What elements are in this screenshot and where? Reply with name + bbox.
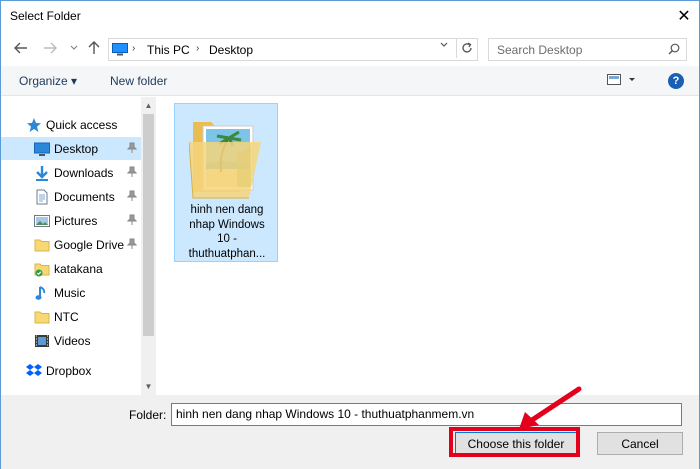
sidebar-item-label: Videos (54, 334, 91, 348)
recent-locations-chevron-icon[interactable] (64, 38, 84, 58)
new-folder-button[interactable]: New folder (110, 74, 167, 88)
folder-name-line: thuthuatphan... (188, 247, 266, 260)
close-icon[interactable]: ✕ (669, 1, 699, 31)
choose-this-folder-button[interactable]: Choose this folder (455, 432, 577, 455)
scroll-down-icon[interactable]: ▼ (144, 382, 153, 391)
folder-label: Folder: (129, 408, 167, 422)
back-arrow-icon[interactable] (11, 38, 31, 58)
sidebar-item-label: Documents (54, 190, 115, 204)
sidebar-item-dropbox[interactable]: Dropbox (1, 359, 141, 382)
folder-tile-label: hinh nen dang nhap Windows 10 - thuthuat… (177, 203, 277, 261)
search-icon (668, 43, 680, 55)
folder-icon (34, 311, 50, 324)
select-folder-dialog: Select Folder ✕ › This PC › Desktop Sear… (0, 0, 700, 469)
sidebar-item-ntc[interactable]: NTC (1, 305, 141, 328)
window-title: Select Folder (10, 9, 81, 23)
desktop-icon (34, 142, 50, 156)
folder-name-line: 10 - (217, 233, 237, 245)
folder-name-input[interactable]: hinh nen dang nhap Windows 10 - thuthuat… (171, 403, 682, 426)
folder-name-line: nhap Windows (189, 218, 265, 231)
folder-thumbnail-icon (189, 122, 261, 199)
scroll-up-icon[interactable]: ▲ (144, 101, 153, 110)
pictures-icon (34, 215, 50, 227)
file-list-pane: hinh nen dang nhap Windows 10 - thuthuat… (158, 97, 699, 395)
sidebar-item-katakana[interactable]: katakana (1, 257, 141, 280)
sidebar-item-desktop[interactable]: Desktop (1, 137, 141, 160)
navigation-pane: Quick access Desktop Downloads Documents… (1, 97, 156, 395)
document-icon (36, 189, 48, 205)
sidebar-item-google-drive[interactable]: Google Drive (1, 233, 141, 256)
address-dropdown-icon[interactable] (439, 39, 453, 53)
music-icon (35, 286, 46, 300)
sidebar-item-downloads[interactable]: Downloads (1, 161, 141, 184)
address-bar[interactable]: › This PC › Desktop (108, 38, 478, 61)
organize-button[interactable]: Organize ▾ (19, 74, 77, 88)
breadcrumb-desktop[interactable]: Desktop (209, 43, 253, 57)
pin-icon[interactable] (127, 142, 137, 154)
sidebar-item-pictures[interactable]: Pictures (1, 209, 141, 232)
folder-sync-icon (34, 263, 50, 277)
search-placeholder: Search Desktop (497, 43, 583, 57)
sidebar-item-quick-access[interactable]: Quick access (1, 113, 141, 136)
view-options-icon[interactable] (607, 74, 637, 89)
sidebar-item-label: Music (54, 286, 86, 300)
sidebar-item-documents[interactable]: Documents (1, 185, 141, 208)
pin-icon[interactable] (127, 214, 137, 226)
folder-icon (34, 239, 50, 252)
search-input[interactable]: Search Desktop (488, 38, 687, 61)
sidebar-item-label: Desktop (54, 142, 99, 156)
sidebar-item-videos[interactable]: Videos (1, 329, 141, 352)
help-button[interactable]: ? (668, 73, 684, 89)
sidebar-item-label: Pictures (54, 214, 98, 228)
breadcrumb-separator-icon: › (132, 43, 136, 54)
sidebar-item-label: NTC (54, 310, 79, 324)
dialog-footer: Folder: hinh nen dang nhap Windows 10 - … (1, 395, 699, 469)
pin-icon[interactable] (127, 166, 137, 178)
refresh-icon[interactable] (456, 38, 476, 58)
breadcrumb-this-pc[interactable]: This PC (147, 43, 190, 57)
sidebar-item-label: Dropbox (46, 364, 92, 378)
sidebar-item-label: Google Drive (54, 238, 125, 252)
up-arrow-icon[interactable] (84, 38, 104, 58)
cancel-button[interactable]: Cancel (597, 432, 683, 455)
star-icon (27, 118, 41, 132)
folder-tile[interactable]: hinh nen dang nhap Windows 10 - thuthuat… (174, 103, 278, 262)
command-toolbar: Organize ▾ New folder ? (1, 66, 699, 96)
sidebar-item-label: Quick access (46, 118, 118, 132)
dropbox-icon (26, 364, 42, 376)
scrollbar-thumb[interactable] (143, 114, 154, 336)
sidebar-item-music[interactable]: Music (1, 281, 141, 304)
folder-name-line: hinh nen dang (190, 204, 264, 216)
video-icon (35, 335, 49, 347)
breadcrumb-separator-icon: › (196, 43, 200, 54)
this-pc-icon (112, 43, 128, 56)
pin-icon[interactable] (127, 190, 137, 202)
pin-icon[interactable] (127, 238, 137, 250)
sidebar-item-label: katakana (54, 262, 103, 276)
forward-arrow-icon[interactable] (40, 38, 60, 58)
download-icon (36, 166, 48, 181)
title-bar: Select Folder ✕ (1, 1, 699, 32)
sidebar-item-label: Downloads (54, 166, 114, 180)
navigation-pane-scrollbar[interactable]: ▲ ▼ (141, 97, 156, 395)
